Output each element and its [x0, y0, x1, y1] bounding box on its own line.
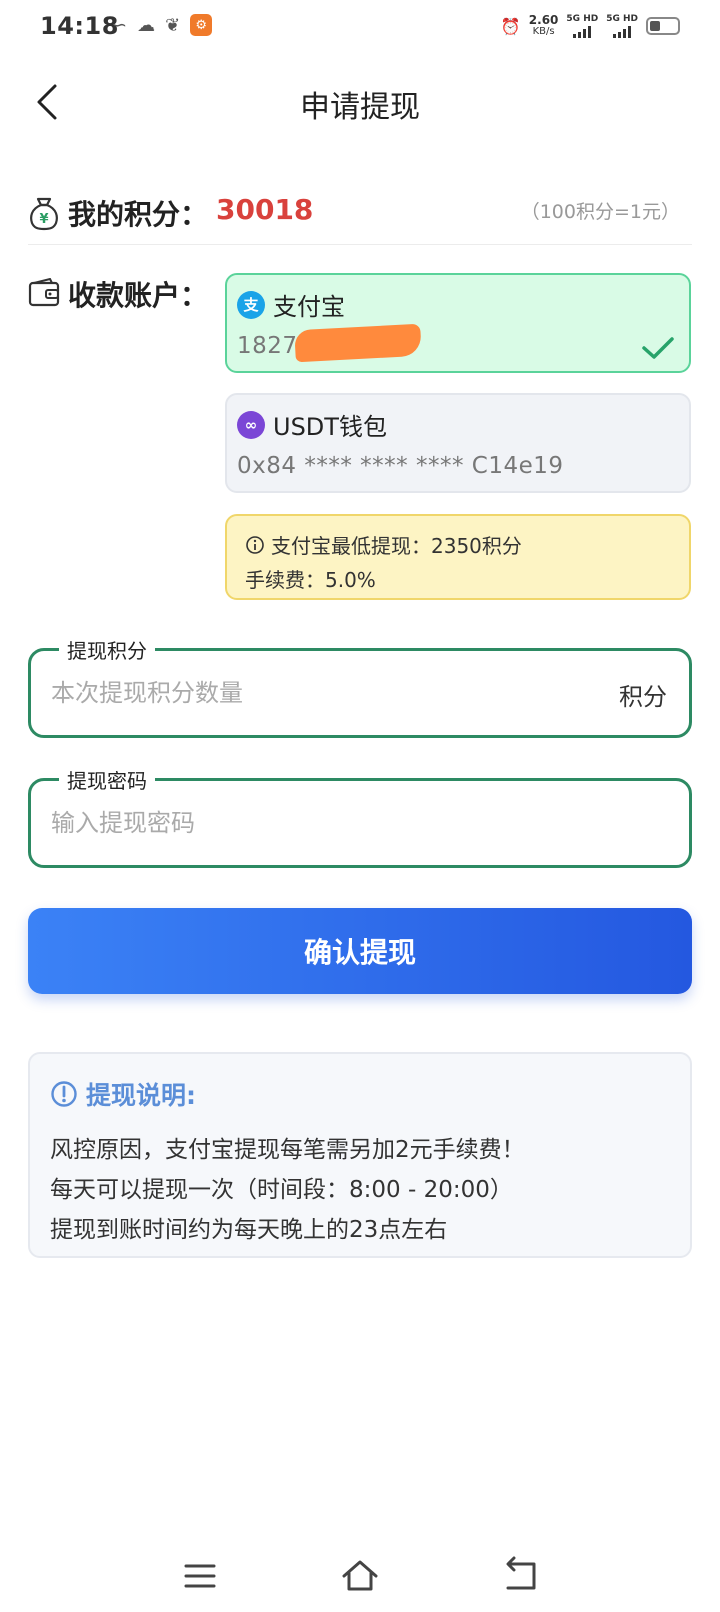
nav-bar: 申请提现: [0, 70, 720, 134]
withdraw-password-field: 提现密码: [28, 765, 692, 868]
alarm-icon: ⏰: [500, 16, 521, 36]
points-unit: 积分: [619, 683, 667, 711]
account-option-name: 支付宝: [273, 293, 345, 321]
app-notification-icon: ⚙: [190, 14, 213, 36]
withdraw-points-field: 提现积分 积分: [28, 635, 692, 738]
status-bar: 14:18 ∽ ☁ ❦ ⚙ ⏰ 2.60 KB/s 5G HD 5G HD: [0, 0, 720, 58]
menu-icon[interactable]: [180, 1556, 220, 1596]
page-title: 申请提现: [300, 90, 420, 125]
instruction-line: 风控原因，支付宝提现每笔需另加2元手续费！: [50, 1137, 525, 1163]
signal-indicator-1: 5G HD: [566, 14, 598, 38]
withdraw-points-input[interactable]: [51, 671, 571, 715]
redaction-mark: [294, 323, 422, 363]
points-rate: （100积分=1元）: [520, 201, 680, 223]
instructions-lines: 风控原因，支付宝提现每笔需另加2元手续费！ 每天可以提现一次（时间段：8:00 …: [50, 1130, 525, 1250]
battery-icon: [646, 17, 680, 35]
signal-bars-icon: [573, 26, 592, 38]
status-right-icons: ⏰ 2.60 KB/s 5G HD 5G HD: [501, 14, 680, 38]
notice-min-row: 支付宝最低提现：2350积分: [245, 530, 522, 559]
svg-text:¥: ¥: [39, 212, 48, 227]
wallet-icon: [28, 278, 60, 307]
signal-label-1: 5G HD: [566, 14, 599, 24]
usdt-logo-icon: ∞: [237, 410, 265, 439]
info-icon: [246, 535, 264, 554]
account-option-usdt[interactable]: ∞ USDT钱包 0x84 **** **** **** C14e19: [225, 393, 691, 493]
signal-label-2: 5G HD: [606, 14, 638, 24]
leaf-icon: ❦: [165, 14, 181, 36]
money-bag-icon: ¥: [30, 197, 58, 231]
system-nav-bar: [0, 1550, 720, 1600]
account-option-name: USDT钱包: [273, 413, 387, 441]
net-speed-unit: KB/s: [532, 26, 555, 37]
points-value: 30018: [216, 193, 314, 226]
notice-min-withdraw: 支付宝最低提现：2350积分: [271, 534, 522, 558]
status-time: 14:18: [40, 12, 119, 40]
withdraw-points-legend: 提现积分: [59, 635, 155, 664]
net-speed: 2.60 KB/s: [529, 14, 559, 38]
withdraw-notice: 支付宝最低提现：2350积分 手续费：5.0%: [225, 514, 691, 600]
instruction-line: 每天可以提现一次（时间段：8:00 - 20:00）: [50, 1177, 513, 1203]
account-label: 收款账户：: [68, 279, 209, 312]
account-option-header: 支 支付宝: [237, 287, 345, 322]
home-icon[interactable]: [340, 1556, 380, 1596]
account-option-alipay[interactable]: 支 支付宝 18271: [225, 273, 691, 373]
withdraw-instructions: 提现说明: 风控原因，支付宝提现每笔需另加2元手续费！ 每天可以提现一次（时间段…: [28, 1052, 692, 1258]
check-icon: [642, 337, 674, 359]
withdraw-password-legend: 提现密码: [59, 765, 155, 794]
points-row: ¥ 我的积分： 30018 （100积分=1元）: [28, 185, 692, 245]
instructions-header: 提现说明:: [50, 1076, 196, 1112]
account-option-number: 0x84 **** **** **** C14e19: [237, 453, 564, 479]
cloud-icon: ☁: [137, 14, 156, 36]
instructions-title: 提现说明:: [86, 1081, 196, 1110]
exclamation-circle-icon: [51, 1081, 77, 1107]
confirm-withdraw-button[interactable]: 确认提现: [28, 908, 692, 994]
signal-indicator-2: 5G HD: [606, 14, 638, 38]
points-label: 我的积分：: [68, 198, 209, 231]
instruction-line: 提现到账时间约为每天晚上的23点左右: [50, 1217, 448, 1243]
notice-fee: 手续费：5.0%: [245, 568, 376, 592]
withdraw-password-input[interactable]: [51, 801, 571, 845]
account-option-header: ∞ USDT钱包: [237, 407, 387, 442]
signal-bars-icon: [613, 26, 632, 38]
net-speed-value: 2.60: [528, 13, 559, 27]
link-icon: ∽: [112, 14, 128, 36]
status-notification-icons: ∽ ☁ ❦ ⚙: [112, 14, 213, 36]
alipay-logo-icon: 支: [237, 290, 265, 319]
return-icon[interactable]: [500, 1556, 540, 1596]
